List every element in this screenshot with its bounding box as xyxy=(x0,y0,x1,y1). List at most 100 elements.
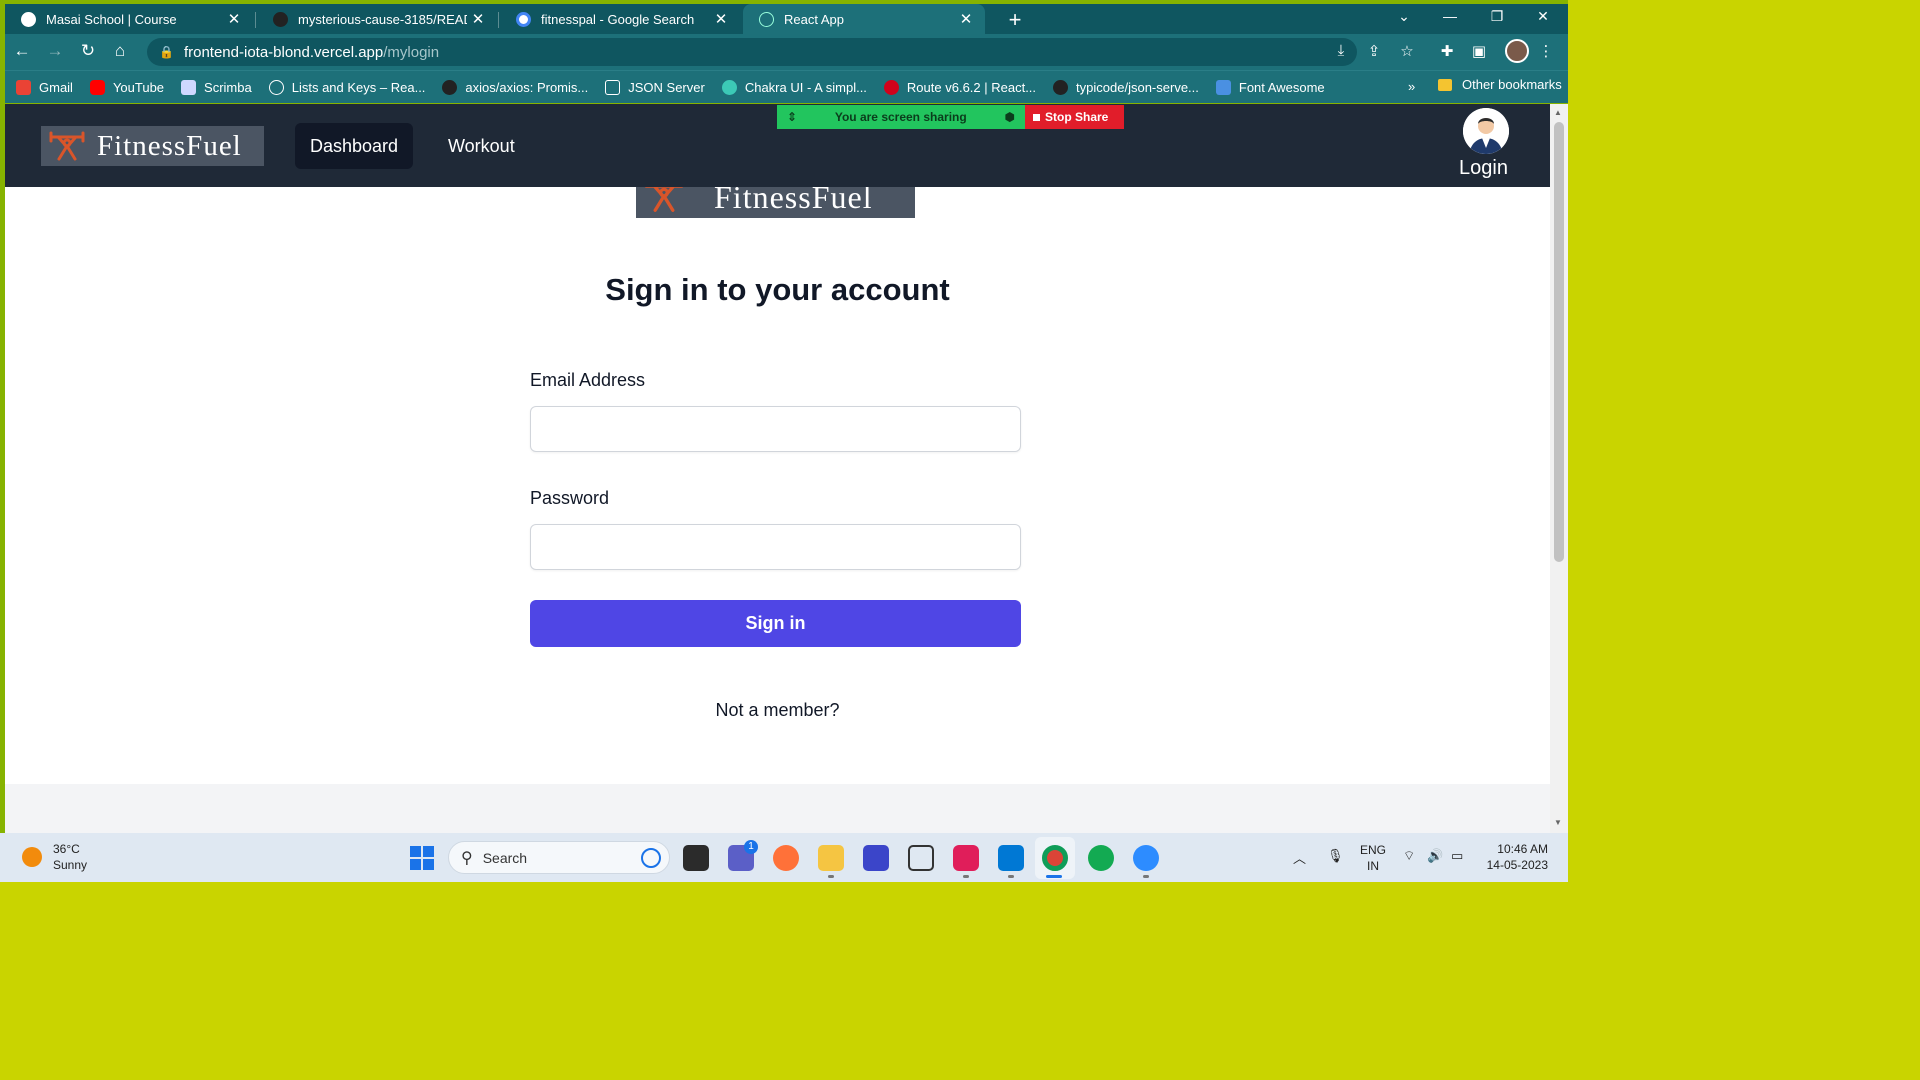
tab-masai[interactable]: Masai School | Course ✕ xyxy=(5,4,253,34)
task-view-icon[interactable] xyxy=(683,845,709,871)
running-indicator xyxy=(963,875,969,878)
youtube-icon xyxy=(89,79,105,95)
restore-button[interactable]: ❐ xyxy=(1482,8,1512,25)
react-icon xyxy=(759,11,774,27)
bookmarks-overflow-button[interactable]: » xyxy=(1408,79,1415,94)
tab-search-icon[interactable]: ⌄ xyxy=(1389,8,1419,25)
page-footer xyxy=(5,784,1550,833)
share-icon[interactable]: ⇪ xyxy=(1363,42,1385,60)
chrome-icon[interactable] xyxy=(1042,845,1068,871)
bookmark-label: axios/axios: Promis... xyxy=(465,79,589,95)
file-explorer-icon[interactable] xyxy=(818,845,844,871)
stop-share-label: Stop Share xyxy=(1045,110,1109,124)
running-indicator xyxy=(1046,875,1062,878)
search-icon: ⚲ xyxy=(461,849,473,867)
close-window-button[interactable]: ✕ xyxy=(1528,8,1558,25)
battery-icon[interactable]: ▭ xyxy=(1451,848,1463,864)
other-bookmarks[interactable]: Other bookmarks xyxy=(1438,77,1562,92)
password-field[interactable] xyxy=(530,524,1021,570)
browser-toolbar: ← → ↻ ⌂ 🔒 frontend-iota-blond.vercel.app… xyxy=(5,34,1568,70)
bookmark-youtube[interactable]: YouTube xyxy=(89,79,164,95)
forward-icon[interactable]: → xyxy=(44,41,66,61)
nav-dashboard[interactable]: Dashboard xyxy=(295,123,414,169)
back-icon[interactable]: ← xyxy=(11,41,33,61)
drag-handle-icon[interactable]: ⇕ xyxy=(787,110,797,124)
screen-share-status[interactable]: ⇕ You are screen sharing ⬢ xyxy=(777,105,1025,129)
language-indicator[interactable]: ENG IN xyxy=(1360,842,1386,874)
running-indicator xyxy=(828,875,834,878)
home-icon[interactable]: ⌂ xyxy=(109,41,131,61)
github-icon xyxy=(273,11,288,27)
editor-app-icon[interactable] xyxy=(863,845,889,871)
star-icon[interactable]: ☆ xyxy=(1396,42,1418,60)
gmail-icon xyxy=(16,79,31,95)
vscode-icon[interactable] xyxy=(998,845,1024,871)
wifi-icon[interactable]: ⌔ xyxy=(1403,848,1415,864)
user-avatar[interactable] xyxy=(1463,108,1509,154)
site-logo[interactable]: FitnessFuel xyxy=(41,126,264,166)
tab-title: Masai School | Course xyxy=(46,11,177,27)
close-icon[interactable]: ✕ xyxy=(467,10,489,28)
scroll-thumb[interactable] xyxy=(1554,122,1564,562)
user-icon xyxy=(1463,108,1509,154)
profile-avatar[interactable] xyxy=(1505,39,1529,63)
not-a-member-link[interactable]: Not a member? xyxy=(5,700,1550,721)
react-router-icon xyxy=(883,79,899,95)
bookmark-chakra[interactable]: Chakra UI - A simpl... xyxy=(721,79,867,95)
address-bar[interactable]: 🔒 frontend-iota-blond.vercel.app/mylogin xyxy=(147,38,1357,66)
snipping-tool-icon[interactable] xyxy=(908,845,934,871)
install-icon[interactable]: ⤓ xyxy=(1330,42,1352,59)
close-icon[interactable]: ✕ xyxy=(955,10,977,28)
bookmark-scrimba[interactable]: Scrimba xyxy=(181,79,252,95)
close-icon[interactable]: ✕ xyxy=(710,10,732,28)
screen-share-text: You are screen sharing xyxy=(834,110,967,124)
windows-start-icon[interactable] xyxy=(410,846,434,870)
chat-badge: 1 xyxy=(744,840,758,854)
kebab-menu-icon[interactable]: ⋮ xyxy=(1535,42,1557,60)
firefox-icon[interactable] xyxy=(773,845,799,871)
mongodb-icon[interactable] xyxy=(1088,845,1114,871)
bookmark-lists-keys[interactable]: Lists and Keys – Rea... xyxy=(268,79,425,95)
extensions-icon[interactable]: ✚ xyxy=(1436,42,1458,60)
clock[interactable]: 10:46 AM 14-05-2023 xyxy=(1478,841,1548,873)
bookmark-json-server[interactable]: JSON Server xyxy=(605,79,705,95)
volume-icon[interactable]: 🔊 xyxy=(1427,848,1443,864)
scroll-down-icon[interactable]: ▼ xyxy=(1554,818,1562,827)
login-link[interactable]: Login xyxy=(1459,157,1508,180)
bookmark-axios[interactable]: axios/axios: Promis... xyxy=(442,79,589,95)
side-panel-icon[interactable]: ▣ xyxy=(1468,42,1490,60)
slack-icon[interactable] xyxy=(953,845,979,871)
reload-icon[interactable]: ↻ xyxy=(77,41,99,61)
tab-react-app[interactable]: React App ✕ xyxy=(743,4,985,34)
bookmark-label: JSON Server xyxy=(628,79,705,95)
taskbar-search[interactable]: ⚲ Search xyxy=(448,841,670,874)
nav-workout[interactable]: Workout xyxy=(433,123,530,169)
bookmark-font-awesome[interactable]: Font Awesome xyxy=(1215,79,1325,95)
lock-icon: 🔒 xyxy=(159,45,174,59)
tab-title: fitnesspal - Google Search xyxy=(541,11,695,27)
microphone-icon[interactable]: 🎙 xyxy=(1327,848,1344,864)
weather-desc: Sunny xyxy=(53,858,88,872)
weather-widget[interactable]: 36°C Sunny xyxy=(22,841,87,873)
vertical-scrollbar[interactable]: ▲ ▼ xyxy=(1550,104,1568,833)
bookmark-json-server-github[interactable]: typicode/json-serve... xyxy=(1053,79,1199,95)
minimize-button[interactable]: — xyxy=(1435,8,1465,24)
github-icon xyxy=(1053,79,1069,95)
scroll-up-icon[interactable]: ▲ xyxy=(1554,108,1562,117)
tab-github-readme[interactable]: mysterious-cause-3185/README ✕ xyxy=(257,4,497,34)
bookmark-gmail[interactable]: Gmail xyxy=(16,79,73,95)
bing-icon[interactable] xyxy=(641,848,661,868)
tab-divider xyxy=(255,12,256,28)
close-icon[interactable]: ✕ xyxy=(223,10,245,28)
site-header: FitnessFuel Dashboard Workout ⇕ You are … xyxy=(5,104,1550,187)
new-tab-button[interactable]: + xyxy=(1003,7,1027,33)
chevron-up-icon[interactable]: ︿ xyxy=(1293,848,1306,867)
stop-share-button[interactable]: Stop Share xyxy=(1025,105,1124,129)
scrimba-icon xyxy=(181,79,197,95)
zoom-icon[interactable] xyxy=(1133,845,1159,871)
tab-strip: Masai School | Course ✕ mysterious-cause… xyxy=(5,4,1568,34)
bookmark-react-router[interactable]: Route v6.6.2 | React... xyxy=(883,79,1036,95)
tab-google-search[interactable]: fitnesspal - Google Search ✕ xyxy=(500,4,740,34)
email-field[interactable] xyxy=(530,406,1021,452)
sign-in-button[interactable]: Sign in xyxy=(530,600,1021,647)
